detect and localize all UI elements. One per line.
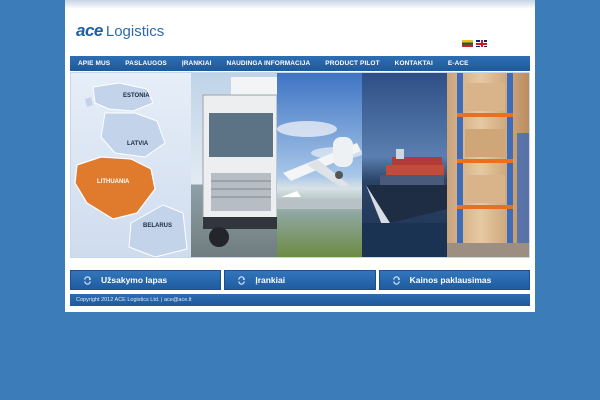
map-label-estonia: ESTONIA <box>123 93 150 99</box>
nav-item-irankiai[interactable]: ĮRANKIAI <box>182 60 212 67</box>
airplane-photo-panel <box>277 73 362 257</box>
baltic-map-graphic <box>74 82 188 257</box>
truck-image <box>202 77 277 247</box>
uk-flag-icon[interactable] <box>476 40 487 47</box>
map-label-latvia: LATVIA <box>127 141 149 147</box>
nav-item-product-pilot[interactable]: PRODUCT PILOT <box>325 60 379 67</box>
logo-brand: ace <box>76 21 103 40</box>
site-footer: Copyright 2012 ACE Logistics Ltd. | ace@… <box>70 294 530 306</box>
top-gradient-bar <box>65 0 535 9</box>
tab-uzsakymo-lapas[interactable]: Užsakymo lapas <box>70 270 222 290</box>
hero-banner: ESTONIA LATVIA LITHUANIA BELARUS <box>70 72 530 258</box>
nav-item-paslaugos[interactable]: PASLAUGOS <box>125 60 167 67</box>
tab-irankiai[interactable]: Įrankiai <box>224 270 376 290</box>
main-navigation: APIE MUS PASLAUGOS ĮRANKIAI NAUDINGA INF… <box>70 56 530 71</box>
map-label-lithuania: LITHUANIA <box>97 179 130 185</box>
nav-item-kontaktai[interactable]: KONTAKTAI <box>395 60 433 67</box>
language-switcher <box>462 40 487 47</box>
warehouse-photo-panel <box>447 73 529 257</box>
refresh-icon <box>238 275 246 285</box>
truck-photo-panel <box>191 73 277 257</box>
page-container: ace Logistics APIE MUS PASLAUGOS ĮRANKIAI… <box>65 0 535 312</box>
nav-item-apie-mus[interactable]: APIE MUS <box>78 60 110 67</box>
logo-suffix: Logistics <box>105 23 165 40</box>
map-label-belarus: BELARUS <box>143 223 173 229</box>
refresh-icon <box>84 275 92 285</box>
site-logo[interactable]: ace Logistics <box>76 21 164 41</box>
baltic-map-panel: ESTONIA LATVIA LITHUANIA BELARUS <box>71 73 191 257</box>
footer-copyright: Copyright 2012 ACE Logistics Ltd. | ace@… <box>76 297 192 303</box>
nav-item-e-ace[interactable]: E-ACE <box>448 60 469 67</box>
tab-label: Kainos paklausimas <box>409 275 492 285</box>
tab-label: Užsakymo lapas <box>101 275 168 285</box>
refresh-icon <box>392 275 400 285</box>
quick-links: Užsakymo lapas Įrankiai Kainos paklausim… <box>70 270 530 290</box>
nav-item-naudinga-informacija[interactable]: NAUDINGA INFORMACIJA <box>227 60 311 67</box>
lithuania-flag-icon[interactable] <box>462 40 473 47</box>
airplane-image <box>277 121 362 209</box>
cargo-ship-image <box>362 149 447 257</box>
warehouse-image <box>447 73 529 257</box>
tab-kainos-paklausimas[interactable]: Kainos paklausimas <box>378 270 530 290</box>
tab-label: Įrankiai <box>255 275 286 285</box>
cargo-ship-photo-panel <box>362 73 447 257</box>
